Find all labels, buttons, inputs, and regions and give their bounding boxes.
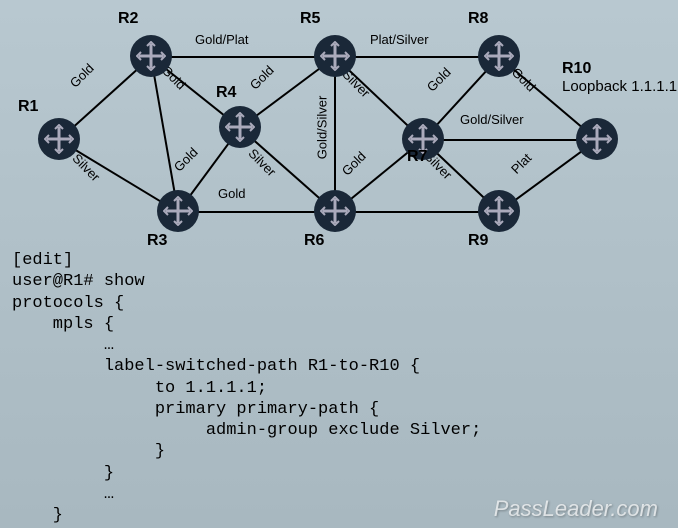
watermark: PassLeader.com [494,496,658,522]
router-label-r4: R4 [216,84,236,102]
code-line: to 1.1.1.1; [12,379,267,398]
edge-R6-R9 [335,211,499,213]
edge-label: Plat [508,150,534,176]
router-r3 [157,190,199,232]
router-r10 [576,118,618,160]
edge-label: Gold [218,186,245,201]
edge-R2-R5 [151,56,335,58]
router-label-r7: R7 [407,148,427,166]
router-r8 [478,35,520,77]
network-diagram: GoldSilverGoldGold/PlatGoldGoldGoldSilve… [0,0,678,250]
code-line: admin-group exclude Silver; [12,421,481,440]
router-r6 [314,190,356,232]
edge-label: Gold [247,62,277,92]
edge-label: Gold [171,144,201,174]
code-line: } [12,442,165,461]
router-label-r9: R9 [468,232,488,250]
cli-output: [edit] user@R1# show protocols { mpls { … [12,250,481,526]
edge-label: Gold/Plat [195,32,248,47]
code-line: primary primary-path { [12,400,379,419]
router-label-r8: R8 [468,10,488,28]
router-r5 [314,35,356,77]
router-label-r5: R5 [300,10,320,28]
edge-R3-R6 [178,211,335,213]
code-line: } [12,506,63,525]
code-line: protocols { [12,294,124,313]
loopback-label: Loopback 1.1.1.1 [562,78,677,95]
edge-label: Gold/Silver [314,96,329,160]
edge-label: Gold [424,64,454,94]
edge-R5-R8 [335,56,499,58]
edge-R7-R10 [423,139,597,141]
code-line: … [12,485,114,504]
router-label-r1: R1 [18,98,38,116]
code-line: [edit] [12,251,73,270]
router-label-r3: R3 [147,232,167,250]
edge-R5-R6 [334,57,336,212]
router-label-r6: R6 [304,232,324,250]
router-r9 [478,190,520,232]
router-r2 [130,35,172,77]
code-line: label-switched-path R1-to-R10 { [12,357,420,376]
code-line: mpls { [12,315,114,334]
edge-label: Gold [339,148,369,178]
code-line: } [12,464,114,483]
router-label-r10: R10 [562,60,591,78]
code-line: user@R1# show [12,272,145,291]
edge-label: Gold [67,60,97,90]
router-r1 [38,118,80,160]
router-r4 [219,106,261,148]
edge-label: Plat/Silver [370,32,429,47]
code-line: … [12,336,114,355]
edge-label: Gold/Silver [460,112,524,127]
edge-label: Silver [245,146,279,180]
router-label-r2: R2 [118,10,138,28]
